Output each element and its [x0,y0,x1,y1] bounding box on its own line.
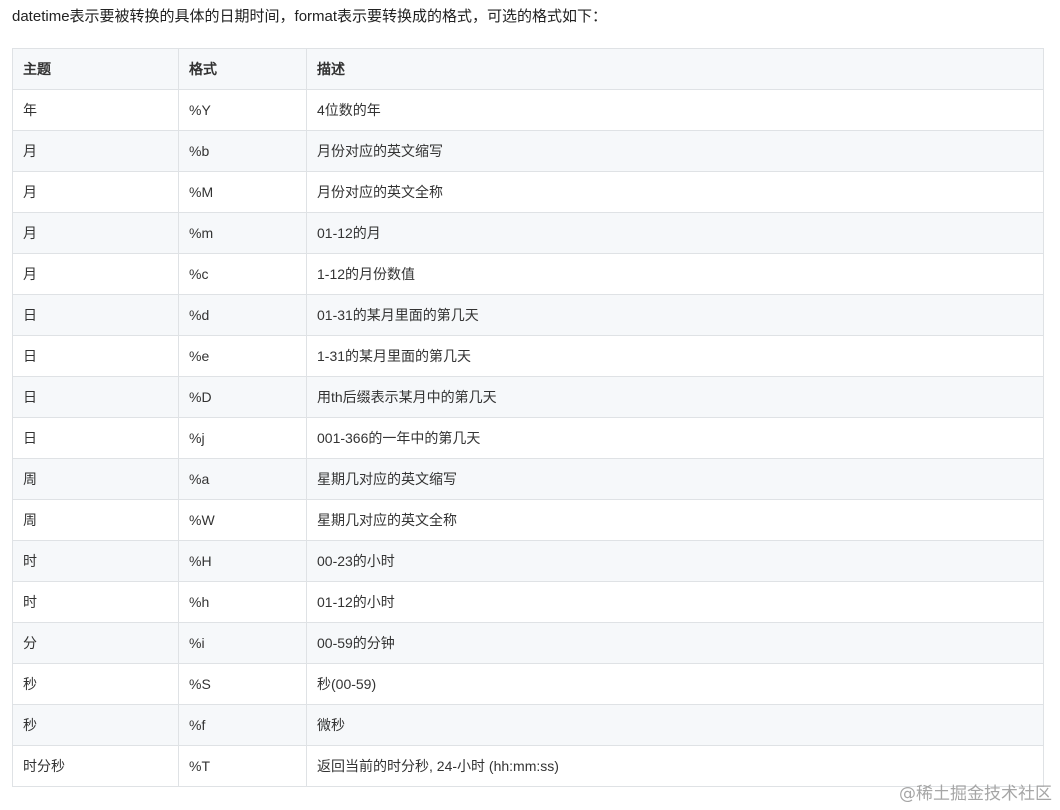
cell-description: 00-59的分钟 [306,622,1044,664]
cell-format: %d [178,294,307,336]
cell-subject: 月 [12,171,179,213]
table-row: 时 %H 00-23的小时 [12,540,1044,582]
header-subject: 主题 [12,48,179,90]
cell-format: %h [178,581,307,623]
cell-format: %c [178,253,307,295]
table-row: 年 %Y 4位数的年 [12,89,1044,131]
cell-subject: 月 [12,130,179,172]
cell-description: 01-12的小时 [306,581,1044,623]
table-row: 日 %D 用th后缀表示某月中的第几天 [12,376,1044,418]
cell-description: 星期几对应的英文缩写 [306,458,1044,500]
cell-subject: 周 [12,458,179,500]
header-format: 格式 [178,48,307,90]
cell-subject: 周 [12,499,179,541]
watermark: @稀土掘金技术社区 [899,784,1052,804]
cell-format: %m [178,212,307,254]
table-row: 日 %d 01-31的某月里面的第几天 [12,294,1044,336]
cell-format: %i [178,622,307,664]
table-row: 月 %c 1-12的月份数值 [12,253,1044,295]
cell-subject: 时 [12,540,179,582]
cell-format: %a [178,458,307,500]
cell-description: 1-31的某月里面的第几天 [306,335,1044,377]
cell-format: %D [178,376,307,418]
table-row: 秒 %f 微秒 [12,704,1044,746]
cell-description: 00-23的小时 [306,540,1044,582]
cell-description: 星期几对应的英文全称 [306,499,1044,541]
cell-format: %e [178,335,307,377]
table-row: 月 %M 月份对应的英文全称 [12,171,1044,213]
cell-subject: 月 [12,212,179,254]
cell-subject: 月 [12,253,179,295]
cell-description: 微秒 [306,704,1044,746]
cell-subject: 时 [12,581,179,623]
table-row: 月 %m 01-12的月 [12,212,1044,254]
cell-format: %T [178,745,307,787]
cell-subject: 时分秒 [12,745,179,787]
cell-description: 01-31的某月里面的第几天 [306,294,1044,336]
cell-format: %f [178,704,307,746]
cell-subject: 分 [12,622,179,664]
header-description: 描述 [306,48,1044,90]
table-row: 日 %j 001-366的一年中的第几天 [12,417,1044,459]
table-row: 分 %i 00-59的分钟 [12,622,1044,664]
cell-description: 月份对应的英文全称 [306,171,1044,213]
cell-subject: 年 [12,89,179,131]
cell-format: %Y [178,89,307,131]
cell-description: 返回当前的时分秒, 24-小时 (hh:mm:ss) [306,745,1044,787]
cell-subject: 日 [12,376,179,418]
cell-description: 秒(00-59) [306,663,1044,705]
table-row: 周 %a 星期几对应的英文缩写 [12,458,1044,500]
cell-subject: 秒 [12,704,179,746]
cell-format: %S [178,663,307,705]
cell-description: 月份对应的英文缩写 [306,130,1044,172]
cell-format: %M [178,171,307,213]
table-row: 月 %b 月份对应的英文缩写 [12,130,1044,172]
cell-description: 用th后缀表示某月中的第几天 [306,376,1044,418]
cell-subject: 日 [12,335,179,377]
cell-format: %b [178,130,307,172]
cell-description: 1-12的月份数值 [306,253,1044,295]
cell-format: %H [178,540,307,582]
table-row: 秒 %S 秒(00-59) [12,663,1044,705]
cell-description: 01-12的月 [306,212,1044,254]
format-table: 主题 格式 描述 年 %Y 4位数的年月 %b 月份对应的英文缩写月 %M 月份对应的英文全… [12,48,1044,787]
cell-subject: 日 [12,294,179,336]
cell-format: %j [178,417,307,459]
intro-text: datetime表示要被转换的具体的日期时间，format表示要转换成的格式，可… [12,8,608,25]
table-row: 日 %e 1-31的某月里面的第几天 [12,335,1044,377]
table-header-row: 主题 格式 描述 [12,48,1044,90]
cell-subject: 秒 [12,663,179,705]
table-row: 周 %W 星期几对应的英文全称 [12,499,1044,541]
table-row: 时 %h 01-12的小时 [12,581,1044,623]
cell-description: 4位数的年 [306,89,1044,131]
cell-subject: 日 [12,417,179,459]
table-row: 时分秒 %T 返回当前的时分秒, 24-小时 (hh:mm:ss) [12,745,1044,787]
cell-description: 001-366的一年中的第几天 [306,417,1044,459]
cell-format: %W [178,499,307,541]
table-body: 年 %Y 4位数的年月 %b 月份对应的英文缩写月 %M 月份对应的英文全称月 %m 01-12… [12,89,1044,787]
